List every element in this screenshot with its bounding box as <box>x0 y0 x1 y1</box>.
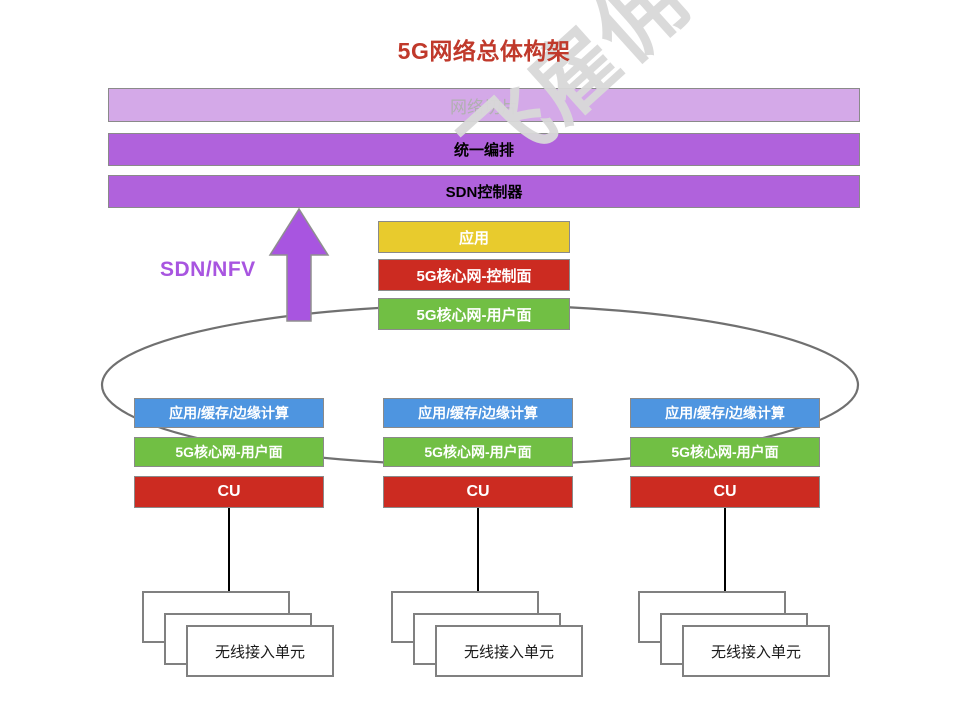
connector-line-3 <box>724 508 726 592</box>
bar-unified-orchestration[interactable]: 统一编排 <box>108 133 860 166</box>
access-unit-front-3[interactable]: 无线接入单元 <box>682 625 830 677</box>
box-cu-1-label: CU <box>217 483 241 500</box>
bar-network-slicing[interactable]: 网络切片 <box>108 88 860 122</box>
box-user-plane-2[interactable]: 5G核心网-用户面 <box>383 437 573 467</box>
box-5g-core-user-plane[interactable]: 5G核心网-用户面 <box>378 298 570 330</box>
box-user-plane-3[interactable]: 5G核心网-用户面 <box>630 437 820 467</box>
box-cu-2[interactable]: CU <box>383 476 573 508</box>
connector-line-2 <box>477 508 479 592</box>
box-user-plane-1-label: 5G核心网-用户面 <box>175 444 283 460</box>
bar-unified-orchestration-label: 统一编排 <box>453 142 514 159</box>
box-user-plane-3-label: 5G核心网-用户面 <box>671 444 779 460</box>
box-cu-2-label: CU <box>466 483 490 500</box>
box-5g-core-user-plane-label: 5G核心网-用户面 <box>416 306 532 324</box>
box-edge-compute-3[interactable]: 应用/缓存/边缘计算 <box>630 398 820 428</box>
box-edge-compute-1[interactable]: 应用/缓存/边缘计算 <box>134 398 324 428</box>
diagram-canvas: 飞雇佣军 5G网络总体构架 网络切片 统一编排 SDN控制器 SDN/NFV 应… <box>0 0 968 722</box>
connector-line-1 <box>228 508 230 592</box>
box-application-label: 应用 <box>458 229 489 247</box>
up-arrow-icon <box>268 207 330 322</box>
box-5g-core-control-plane-label: 5G核心网-控制面 <box>416 267 532 285</box>
box-user-plane-1[interactable]: 5G核心网-用户面 <box>134 437 324 467</box>
box-5g-core-control-plane[interactable]: 5G核心网-控制面 <box>378 259 570 291</box>
box-edge-compute-3-label: 应用/缓存/边缘计算 <box>665 405 785 421</box>
page-title: 5G网络总体构架 <box>397 38 571 64</box>
box-user-plane-2-label: 5G核心网-用户面 <box>424 444 532 460</box>
box-edge-compute-2-label: 应用/缓存/边缘计算 <box>418 405 538 421</box>
box-edge-compute-2[interactable]: 应用/缓存/边缘计算 <box>383 398 573 428</box>
bar-sdn-controller-label: SDN控制器 <box>445 184 523 201</box>
box-edge-compute-1-label: 应用/缓存/边缘计算 <box>169 405 289 421</box>
bar-network-slicing-label: 网络切片 <box>450 97 518 117</box>
box-cu-3-label: CU <box>713 483 737 500</box>
access-unit-label-3: 无线接入单元 <box>710 643 801 661</box>
sdn-nfv-label: SDN/NFV <box>160 258 256 281</box>
box-application[interactable]: 应用 <box>378 221 570 253</box>
access-unit-front-2[interactable]: 无线接入单元 <box>435 625 583 677</box>
box-cu-1[interactable]: CU <box>134 476 324 508</box>
access-unit-label-2: 无线接入单元 <box>463 643 554 661</box>
access-unit-label-1: 无线接入单元 <box>214 643 305 661</box>
bar-sdn-controller[interactable]: SDN控制器 <box>108 175 860 208</box>
access-unit-front-1[interactable]: 无线接入单元 <box>186 625 334 677</box>
box-cu-3[interactable]: CU <box>630 476 820 508</box>
